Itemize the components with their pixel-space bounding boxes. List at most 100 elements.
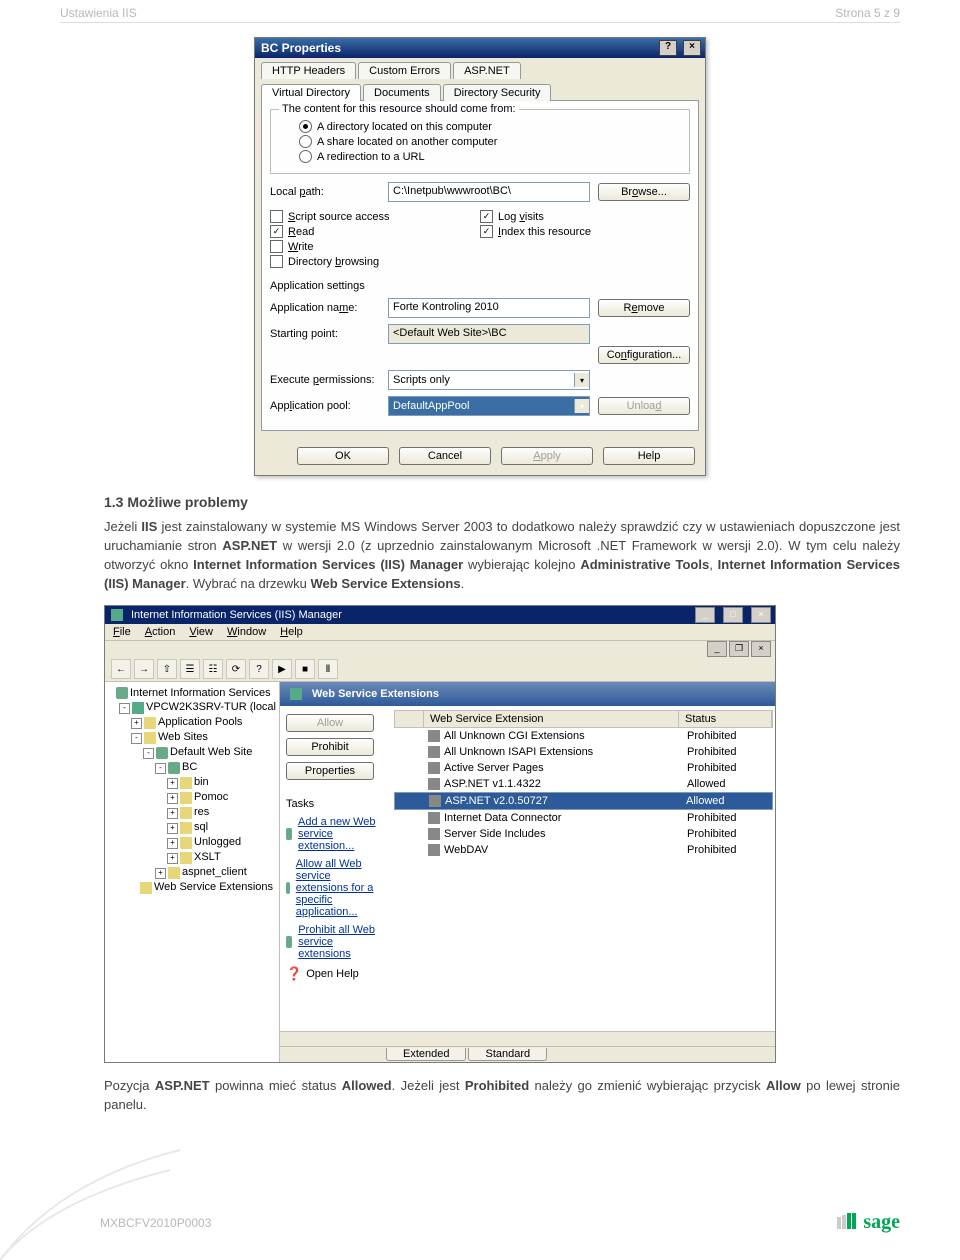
ok-button[interactable]: OK: [297, 447, 389, 465]
extension-row[interactable]: All Unknown CGI ExtensionsProhibited: [394, 728, 773, 744]
checkbox-option[interactable]: Script source access: [270, 210, 480, 223]
help-icon[interactable]: ?: [659, 40, 677, 56]
radio-option[interactable]: A share located on another computer: [299, 135, 681, 148]
task-link[interactable]: Allow all Web service extensions for a s…: [286, 858, 386, 918]
prop-icon[interactable]: ☷: [203, 659, 223, 679]
up-icon[interactable]: ⇧: [157, 659, 177, 679]
tab-aspnet[interactable]: ASP.NET: [453, 62, 521, 79]
play-icon[interactable]: ▶: [272, 659, 292, 679]
task-link[interactable]: Prohibit all Web service extensions: [286, 924, 386, 960]
extension-row[interactable]: All Unknown ISAPI ExtensionsProhibited: [394, 744, 773, 760]
cancel-button[interactable]: Cancel: [399, 447, 491, 465]
horizontal-scrollbar[interactable]: [280, 1031, 775, 1046]
help-icon[interactable]: ?: [249, 659, 269, 679]
tree-node[interactable]: Web Service Extensions: [107, 880, 277, 894]
tab-virtual-directory[interactable]: Virtual Directory: [261, 84, 361, 101]
checkbox-option[interactable]: ✓Index this resource: [480, 225, 690, 238]
mdi-minimize-icon[interactable]: _: [707, 641, 727, 657]
tree-node[interactable]: +res: [107, 805, 277, 820]
checkbox-option[interactable]: Directory browsing: [270, 255, 480, 268]
back-icon[interactable]: ←: [111, 659, 131, 679]
bc-properties-dialog: BC Properties ? × HTTP Headers Custom Er…: [254, 37, 706, 476]
tab-http-headers[interactable]: HTTP Headers: [261, 62, 356, 79]
chevron-down-icon: ▾: [574, 373, 589, 387]
tree-node[interactable]: +aspnet_client: [107, 865, 277, 880]
dialog-titlebar[interactable]: BC Properties ? ×: [255, 38, 705, 58]
prohibit-button[interactable]: Prohibit: [286, 738, 374, 756]
section-heading: 1.3 Możliwe problemy: [104, 494, 900, 510]
checkbox-option[interactable]: ✓Read: [270, 225, 480, 238]
content-source-label: The content for this resource should com…: [279, 103, 519, 115]
extension-row[interactable]: ASP.NET v1.1.4322Allowed: [394, 776, 773, 792]
app-name-input[interactable]: Forte Kontroling 2010: [388, 298, 590, 318]
maximize-icon[interactable]: □: [723, 607, 743, 623]
exec-perm-select[interactable]: Scripts only▾: [388, 370, 590, 390]
menu-help[interactable]: Help: [280, 626, 303, 638]
local-path-input[interactable]: C:\Inetpub\wwwroot\BC\: [388, 182, 590, 202]
configuration-button[interactable]: Configuration...: [598, 346, 690, 364]
tree-node[interactable]: -VPCW2K3SRV-TUR (local comput: [107, 700, 277, 715]
tab-custom-errors[interactable]: Custom Errors: [358, 62, 451, 79]
extension-row[interactable]: ASP.NET v2.0.50727Allowed: [394, 792, 773, 810]
app-pool-select[interactable]: DefaultAppPool▾: [388, 396, 590, 416]
forward-icon[interactable]: →: [134, 659, 154, 679]
tree-node[interactable]: +XSLT: [107, 850, 277, 865]
tree-node[interactable]: +Application Pools: [107, 715, 277, 730]
iis-manager-window: Internet Information Services (IIS) Mana…: [104, 605, 776, 1063]
tree-node[interactable]: Internet Information Services: [107, 686, 277, 700]
checkbox-option[interactable]: Write: [270, 240, 480, 253]
checkbox-option[interactable]: ✓Log visits: [480, 210, 690, 223]
mdi-close-icon[interactable]: ×: [751, 641, 771, 657]
extension-icon: [428, 828, 440, 840]
col-status[interactable]: Status: [679, 711, 772, 727]
tab-standard[interactable]: Standard: [468, 1048, 547, 1061]
pause-icon[interactable]: Ⅱ: [318, 659, 338, 679]
extension-icon: [429, 795, 441, 807]
tab-directory-security[interactable]: Directory Security: [443, 84, 552, 101]
views-icon[interactable]: ☰: [180, 659, 200, 679]
menu-action[interactable]: Action: [145, 626, 176, 638]
task-link[interactable]: ❓Open Help: [286, 966, 386, 982]
help-icon: ❓: [286, 966, 302, 982]
properties-button[interactable]: Properties: [286, 762, 374, 780]
tab-documents[interactable]: Documents: [363, 84, 441, 101]
tree-node[interactable]: -Default Web Site: [107, 745, 277, 760]
app-name-label: Application name:: [270, 302, 380, 314]
radio-option[interactable]: A directory located on this computer: [299, 120, 681, 133]
extension-row[interactable]: Server Side IncludesProhibited: [394, 826, 773, 842]
exec-perm-label: Execute permissions:: [270, 374, 380, 386]
allow-button[interactable]: Allow: [286, 714, 374, 732]
tab-extended[interactable]: Extended: [386, 1048, 466, 1061]
extension-row[interactable]: Internet Data ConnectorProhibited: [394, 810, 773, 826]
minimize-icon[interactable]: _: [695, 607, 715, 623]
folder-icon: [290, 688, 302, 700]
tree-panel[interactable]: Internet Information Services-VPCW2K3SRV…: [105, 682, 280, 1062]
task-link[interactable]: Add a new Web service extension...: [286, 816, 386, 852]
stop-icon[interactable]: ■: [295, 659, 315, 679]
tree-node[interactable]: -BC: [107, 760, 277, 775]
task-icon: [286, 828, 292, 840]
decorative-swoosh: [0, 1140, 180, 1260]
tree-node[interactable]: +Pomoc: [107, 790, 277, 805]
refresh-icon[interactable]: ⟳: [226, 659, 246, 679]
mdi-restore-icon[interactable]: ❐: [729, 641, 749, 657]
tree-node[interactable]: +Unlogged: [107, 835, 277, 850]
starting-point-label: Starting point:: [270, 328, 380, 340]
menu-window[interactable]: Window: [227, 626, 266, 638]
help-button[interactable]: Help: [603, 447, 695, 465]
remove-button[interactable]: Remove: [598, 299, 690, 317]
tree-node[interactable]: -Web Sites: [107, 730, 277, 745]
close-icon[interactable]: ×: [751, 607, 771, 623]
radio-option[interactable]: A redirection to a URL: [299, 150, 681, 163]
extension-row[interactable]: Active Server PagesProhibited: [394, 760, 773, 776]
iis-titlebar[interactable]: Internet Information Services (IIS) Mana…: [105, 606, 775, 624]
extension-row[interactable]: WebDAVProhibited: [394, 842, 773, 858]
browse-button[interactable]: Browse...: [598, 183, 690, 201]
extension-icon: [428, 812, 440, 824]
menu-file[interactable]: File: [113, 626, 131, 638]
menu-view[interactable]: View: [189, 626, 213, 638]
col-extension[interactable]: Web Service Extension: [424, 711, 679, 727]
tree-node[interactable]: +bin: [107, 775, 277, 790]
tree-node[interactable]: +sql: [107, 820, 277, 835]
close-icon[interactable]: ×: [683, 40, 701, 56]
